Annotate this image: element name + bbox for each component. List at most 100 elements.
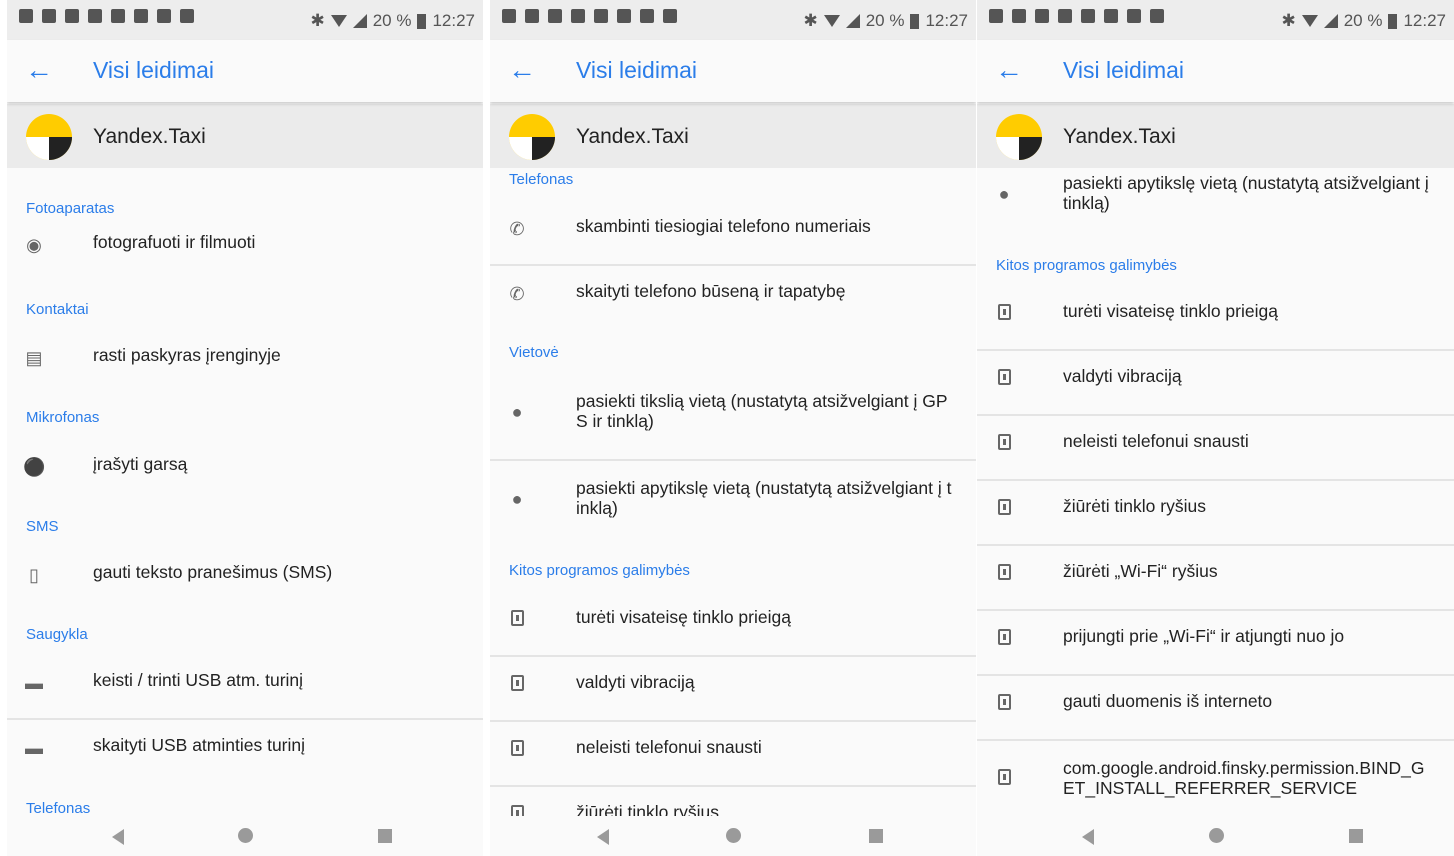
phone-icon: ✆ [509, 219, 525, 239]
app-bar: ← Visi leidimai [7, 40, 483, 102]
permission-item[interactable]: ✆ skaityti telefono būseną ir tapatybę [490, 271, 976, 333]
permission-item[interactable]: neleisti telefonui snausti [977, 421, 1454, 483]
folder-icon: ▬ [25, 738, 43, 758]
permission-item[interactable]: ▤ rasti paskyras įrenginyje [7, 335, 483, 397]
permission-item[interactable]: žiūrėti „Wi-Fi“ ryšius [977, 551, 1454, 613]
list-divider [977, 479, 1454, 481]
phone-screen-3: ✱ 20 % 12:27 ← Visi leidimai Yandex.Taxi… [977, 0, 1454, 856]
permission-label: fotografuoti ir filmuoti [93, 232, 256, 252]
notification-icon [1127, 9, 1141, 23]
section-header: Kontaktai [26, 301, 89, 318]
notification-icon [989, 9, 1003, 23]
back-arrow-icon[interactable]: ← [25, 54, 53, 86]
permission-item[interactable]: ▯ gauti teksto pranešimus (SMS) [7, 552, 483, 614]
phone-icon: ✆ [509, 284, 525, 304]
permission-item[interactable]: ◉ fotografuoti ir filmuoti [7, 222, 483, 284]
permission-label: skaityti USB atminties turinį [93, 735, 306, 755]
permission-label: keisti / trinti USB atm. turinį [93, 670, 304, 690]
permission-item[interactable]: turėti visateisę tinklo prieigą [977, 291, 1454, 353]
section-header: Telefonas [26, 800, 91, 816]
permission-item[interactable]: ● pasiekti tikslią vietą (nustatytą atsiž… [490, 381, 976, 463]
page-title: Visi leidimai [576, 57, 698, 83]
section-header: Vietovė [509, 344, 559, 361]
yandex-taxi-logo-icon [26, 114, 72, 160]
nav-recents-icon[interactable] [378, 829, 392, 843]
list-divider [977, 739, 1454, 741]
section-header: Kitos programos galimybės [509, 562, 690, 579]
signal-icon [352, 14, 367, 28]
permission-label: neleisti telefonui snausti [1063, 431, 1249, 451]
notification-icon [134, 9, 148, 23]
status-bar: ✱ 20 % 12:27 [977, 0, 1454, 40]
notification-icon [88, 9, 102, 23]
permission-item[interactable]: ● pasiekti apytikslę vietą (nustatytą ats… [490, 468, 976, 550]
list-divider [490, 785, 976, 787]
folder-icon: ▬ [25, 673, 43, 693]
page-title: Visi leidimai [1063, 57, 1185, 83]
permission-item[interactable]: žiūrėti tinklo ryšius [977, 486, 1454, 548]
bluetooth-icon: ✱ [803, 11, 818, 30]
list-divider [977, 544, 1454, 546]
permission-label: gauti duomenis iš interneto [1063, 691, 1273, 711]
yandex-taxi-logo-icon [509, 114, 555, 160]
notification-icon [640, 9, 654, 23]
permission-item[interactable]: ▬ keisti / trinti USB atm. turinį [7, 660, 483, 722]
notification-icon [1104, 9, 1118, 23]
battery-icon [1388, 13, 1398, 29]
nav-back-icon[interactable] [112, 829, 124, 845]
nav-home-icon[interactable] [238, 828, 253, 843]
notification-icons [989, 9, 1164, 23]
clock: 12:27 [925, 11, 968, 30]
permission-label: com.google.android.finsky.permission.BIN… [1063, 758, 1425, 798]
permission-item[interactable]: ● pasiekti apytikslę vietą (nustatytą ats… [977, 168, 1454, 245]
nav-home-icon[interactable] [726, 828, 741, 843]
permission-item[interactable]: ✆ skambinti tiesiogiai telefono numeriais [490, 206, 976, 268]
list-divider [977, 609, 1454, 611]
app-name: Yandex.Taxi [93, 125, 206, 148]
list-divider [490, 720, 976, 722]
permission-item[interactable]: ⚫ įrašyti garsą [7, 444, 483, 506]
notification-icons [502, 9, 677, 23]
location-pin-icon: ● [998, 184, 1010, 204]
back-arrow-icon[interactable]: ← [508, 54, 536, 86]
navigation-bar [490, 816, 976, 856]
battery-percent: 20 % [865, 11, 905, 30]
nav-recents-icon[interactable] [869, 829, 883, 843]
permission-item[interactable]: com.google.android.finsky.permission.BIN… [977, 748, 1454, 816]
notification-icon [617, 9, 631, 23]
permission-item[interactable]: valdyti vibraciją [977, 356, 1454, 418]
permission-item[interactable]: žiūrėti tinklo ryšius [490, 792, 976, 816]
notification-icon [1035, 9, 1049, 23]
nav-recents-icon[interactable] [1349, 829, 1363, 843]
nav-back-icon[interactable] [1082, 829, 1094, 845]
permission-item[interactable]: gauti duomenis iš interneto [977, 681, 1454, 743]
notification-icon [502, 9, 516, 23]
permissions-list[interactable]: Telefonas ✆ skambinti tiesiogiai telefono … [490, 168, 976, 816]
permission-item[interactable]: turėti visateisę tinklo prieigą [490, 597, 976, 659]
permission-item[interactable]: valdyti vibraciją [490, 662, 976, 724]
list-divider [490, 264, 976, 266]
back-arrow-icon[interactable]: ← [995, 54, 1023, 86]
yandex-taxi-logo-icon [996, 114, 1042, 160]
section-header: Telefonas [509, 171, 574, 188]
list-divider [7, 718, 483, 720]
info-box-icon [506, 609, 528, 631]
info-box-icon [993, 693, 1015, 715]
permission-label: žiūrėti tinklo ryšius [1063, 496, 1206, 516]
permissions-list[interactable]: Fotoaparatas ◉ fotografuoti ir filmuoti Kon… [7, 168, 483, 816]
permissions-list[interactable]: ● pasiekti apytikslę vietą (nustatytą ats… [977, 168, 1454, 816]
permission-item[interactable]: neleisti telefonui snausti [490, 727, 976, 789]
app-header-row: Yandex.Taxi [977, 104, 1454, 168]
location-pin-icon: ● [511, 489, 523, 509]
info-box-icon [993, 563, 1015, 585]
clock: 12:27 [1403, 11, 1446, 30]
permission-item[interactable]: prijungti prie „Wi-Fi“ ir atjungti nuo j… [977, 616, 1454, 678]
permission-label: žiūrėti tinklo ryšius [576, 802, 719, 816]
navigation-bar [7, 816, 483, 856]
notification-icon [525, 9, 539, 23]
permission-label: turėti visateisę tinklo prieigą [576, 607, 791, 627]
nav-home-icon[interactable] [1209, 828, 1224, 843]
permission-item[interactable]: ▬ skaityti USB atminties turinį [7, 725, 483, 787]
nav-back-icon[interactable] [597, 829, 609, 845]
permission-label: valdyti vibraciją [576, 672, 695, 692]
